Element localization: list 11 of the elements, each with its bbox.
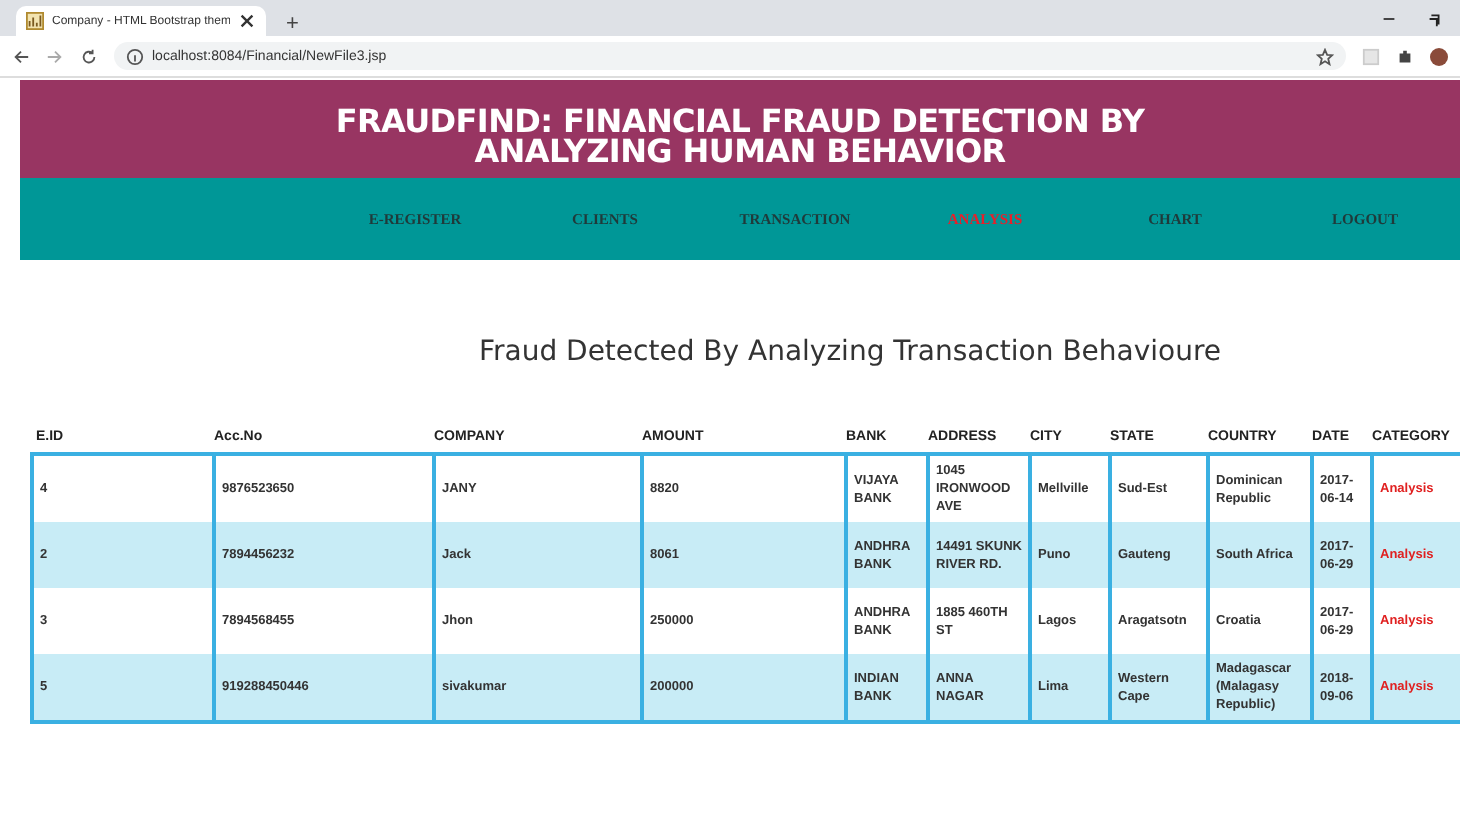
- page-heading: Fraud Detected By Analyzing Transaction Behavioure: [476, 336, 1224, 368]
- close-icon[interactable]: [238, 12, 256, 30]
- site-title: FRAUDFIND: FINANCIAL FRAUD DETECTION BY ANALYZING HUMAN BEHAVIOR: [333, 99, 1147, 165]
- star-icon[interactable]: [1316, 47, 1334, 65]
- reload-icon[interactable]: [80, 47, 98, 65]
- restore-icon[interactable]: [1426, 10, 1444, 28]
- chart-icon: [26, 12, 44, 30]
- info-icon: [126, 47, 144, 65]
- profile-avatar[interactable]: [1430, 47, 1448, 65]
- back-icon[interactable]: [12, 47, 30, 65]
- new-tab-button[interactable]: +: [278, 12, 307, 36]
